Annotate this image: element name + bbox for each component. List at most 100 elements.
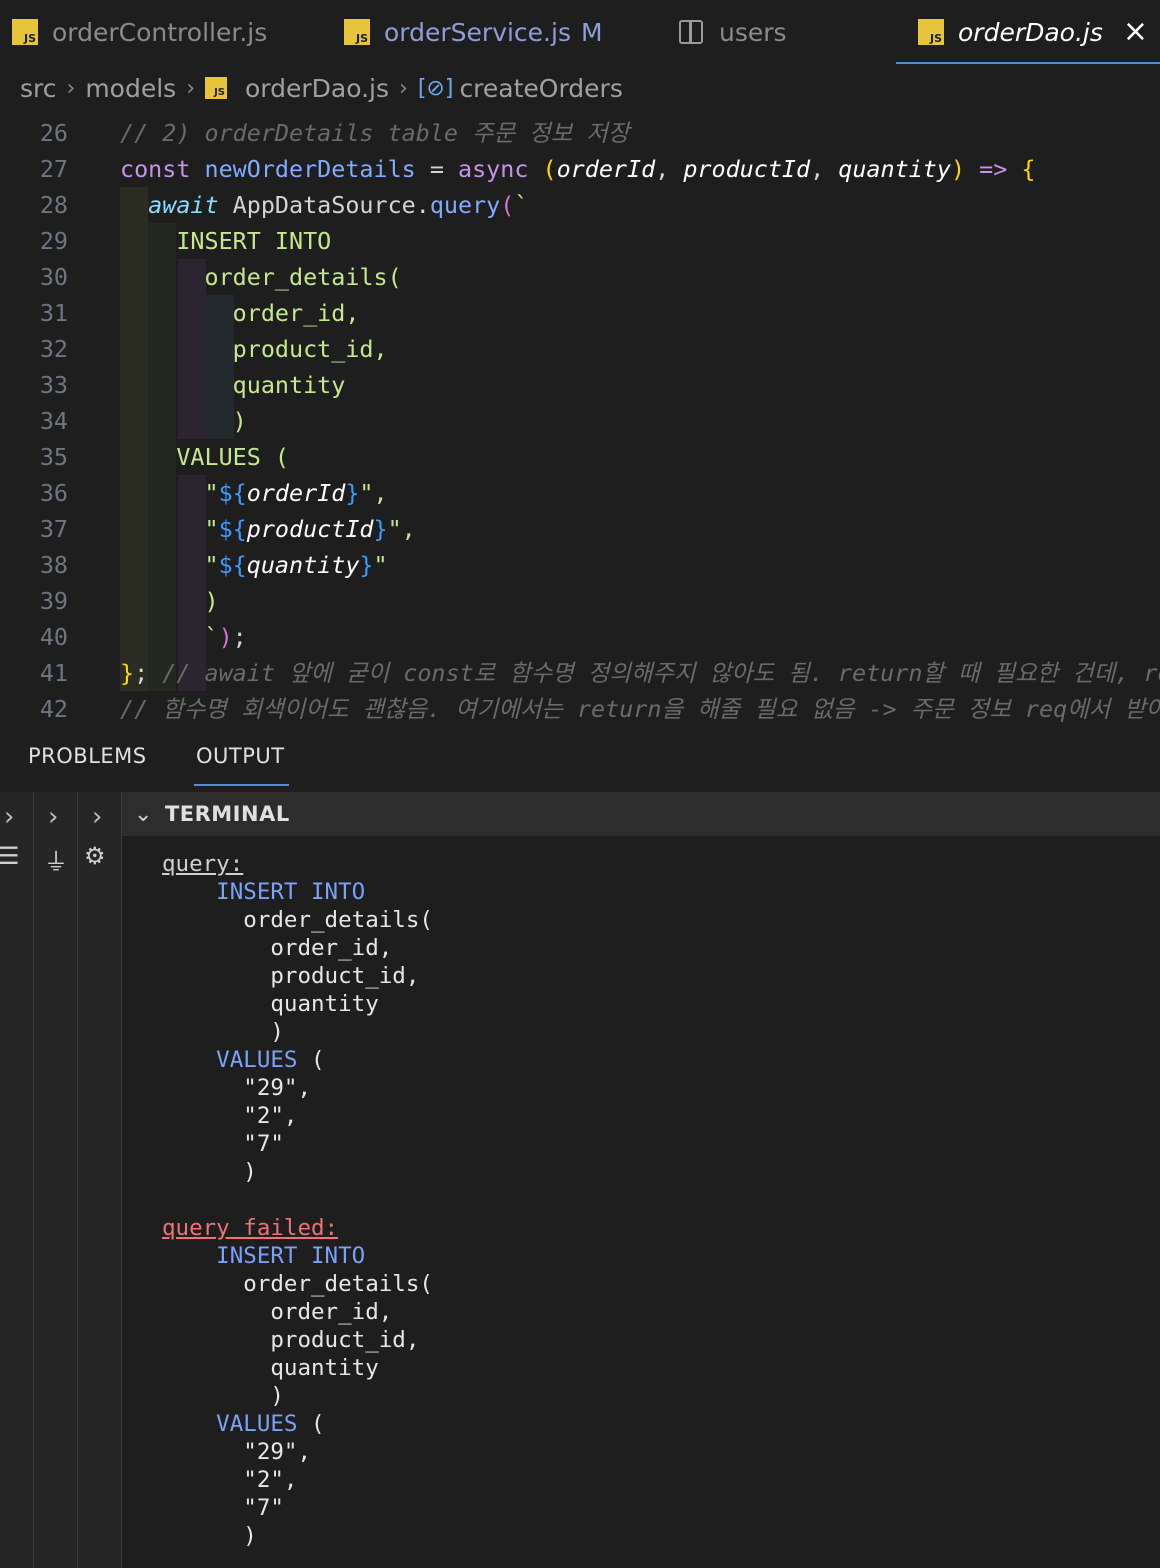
code-line[interactable]: 27 const newOrderDetails = async (orderId… bbox=[0, 151, 1160, 187]
tab-label: orderService.js bbox=[384, 17, 571, 47]
tab-output[interactable]: OUTPUT bbox=[194, 744, 289, 786]
line-number: 34 bbox=[39, 407, 68, 435]
breadcrumb-file[interactable]: orderDao.js bbox=[245, 74, 389, 103]
terminal-line: "7" bbox=[162, 1131, 284, 1157]
line-number: 41 bbox=[39, 659, 68, 687]
terminal-line: product_id, bbox=[162, 963, 420, 989]
terminal-line: order_id, bbox=[162, 1299, 393, 1325]
code-line[interactable]: 33 quantity bbox=[0, 367, 1160, 403]
line-number: 40 bbox=[39, 623, 68, 651]
code-line[interactable]: 26 // 2) orderDetails table 주문 정보 저장 bbox=[0, 115, 1160, 151]
line-number: 37 bbox=[39, 515, 68, 543]
code-text: "${quantity}" bbox=[120, 551, 388, 579]
line-number: 26 bbox=[39, 119, 68, 147]
line-number: 39 bbox=[39, 587, 68, 615]
code-text: order_details( bbox=[120, 263, 402, 291]
code-text: order_id, bbox=[120, 299, 360, 327]
terminal-line: query failed: bbox=[162, 1215, 339, 1241]
terminal-line: INSERT INTO bbox=[162, 1243, 366, 1269]
chevron-right-icon[interactable]: › bbox=[48, 802, 58, 832]
list-icon[interactable]: ☰ bbox=[0, 842, 20, 870]
line-number: 35 bbox=[39, 443, 68, 471]
terminal-header[interactable]: ⌄ TERMINAL bbox=[122, 792, 1160, 836]
chevron-right-icon: › bbox=[399, 75, 408, 101]
modified-badge: M bbox=[580, 17, 603, 47]
code-text: "${productId}", bbox=[120, 515, 416, 543]
code-line[interactable]: 32 product_id, bbox=[0, 331, 1160, 367]
tab-order-dao[interactable]: JS orderDao.js × bbox=[895, 0, 1160, 64]
code-line[interactable]: 38 "${quantity}" bbox=[0, 547, 1160, 583]
js-file-icon: JS bbox=[918, 19, 944, 45]
collapsed-view-column[interactable]: › ☰ bbox=[0, 792, 34, 1568]
tab-label: users bbox=[719, 17, 787, 47]
symbol-variable-icon: [⊘] bbox=[417, 75, 454, 101]
code-line[interactable]: 41 }; // await 앞에 굳이 const로 함수명 정의해주지 않아도… bbox=[0, 655, 1160, 691]
close-tab-icon[interactable]: × bbox=[1123, 17, 1148, 47]
terminal-line: ) bbox=[162, 1383, 284, 1409]
line-number: 31 bbox=[39, 299, 68, 327]
code-text: ) bbox=[120, 587, 219, 615]
terminal-line: product_id, bbox=[162, 1327, 420, 1353]
code-text: quantity bbox=[120, 371, 346, 399]
terminal-line: VALUES ( bbox=[162, 1411, 325, 1437]
line-number: 33 bbox=[39, 371, 68, 399]
editor-tab-bar: JS orderController.js JS orderService.js… bbox=[0, 0, 1160, 64]
chevron-right-icon[interactable]: › bbox=[4, 802, 14, 832]
js-file-icon: JS bbox=[344, 19, 370, 45]
code-line[interactable]: 36 "${orderId}", bbox=[0, 475, 1160, 511]
debug-console-icon[interactable]: ⚙ bbox=[84, 842, 106, 870]
chevron-down-icon[interactable]: ⌄ bbox=[134, 802, 153, 827]
code-editor[interactable]: 26 // 2) orderDetails table 주문 정보 저장 27 con… bbox=[0, 115, 1160, 727]
code-text: "${orderId}", bbox=[120, 479, 388, 507]
code-line[interactable]: 35 VALUES ( bbox=[0, 439, 1160, 475]
line-number: 28 bbox=[39, 191, 68, 219]
line-number: 42 bbox=[39, 695, 68, 723]
line-number: 38 bbox=[39, 551, 68, 579]
code-text: // 함수명 회색이어도 괜찮음. 여기에서는 return을 해줄 필요 없음… bbox=[120, 695, 1160, 723]
terminal-line: query: bbox=[162, 851, 244, 877]
terminal-line: "2", bbox=[162, 1467, 298, 1493]
breadcrumb-models[interactable]: models bbox=[85, 74, 176, 103]
terminal-line: ) bbox=[162, 1159, 257, 1185]
breadcrumb-src[interactable]: src bbox=[20, 74, 57, 103]
terminal-line: order_id, bbox=[162, 935, 393, 961]
tab-label: orderController.js bbox=[52, 17, 268, 47]
terminal-line: "2", bbox=[162, 1103, 298, 1129]
code-line[interactable]: 40 `); bbox=[0, 619, 1160, 655]
code-line[interactable]: 28 await AppDataSource.query(` bbox=[0, 187, 1160, 223]
code-text: const newOrderDetails = async (orderId, … bbox=[120, 155, 1036, 183]
line-number: 29 bbox=[39, 227, 68, 255]
line-number: 30 bbox=[39, 263, 68, 291]
tab-order-controller[interactable]: JS orderController.js bbox=[12, 0, 267, 64]
chevron-right-icon[interactable]: › bbox=[92, 802, 102, 832]
code-text: `); bbox=[120, 623, 247, 651]
terminal-output[interactable]: query: INSERT INTO order_details( order_… bbox=[122, 836, 1160, 1568]
code-line[interactable]: 37 "${productId}", bbox=[0, 511, 1160, 547]
code-line[interactable]: 31 order_id, bbox=[0, 295, 1160, 331]
line-number: 32 bbox=[39, 335, 68, 363]
panel-tab-bar: PROBLEMS OUTPUT bbox=[0, 728, 1160, 792]
terminal-line: order_details( bbox=[162, 907, 433, 933]
terminal-line: ) bbox=[162, 1019, 284, 1045]
tab-users[interactable]: users bbox=[679, 0, 787, 64]
split-editor-icon bbox=[679, 20, 703, 44]
breadcrumb: src › models › JS orderDao.js › [⊘] crea… bbox=[20, 70, 623, 106]
breadcrumb-symbol[interactable]: createOrders bbox=[459, 74, 622, 103]
terminal-line: "29", bbox=[162, 1075, 312, 1101]
terminal-line: quantity bbox=[162, 1355, 379, 1381]
code-text: }; // await 앞에 굳이 const로 함수명 정의해주지 않아도 됨… bbox=[120, 659, 1160, 687]
line-number: 27 bbox=[39, 155, 68, 183]
terminal-line: INSERT INTO bbox=[162, 879, 366, 905]
tab-order-service[interactable]: JS orderService.js M bbox=[344, 0, 603, 64]
tab-problems[interactable]: PROBLEMS bbox=[28, 744, 147, 768]
code-line[interactable]: 39 ) bbox=[0, 583, 1160, 619]
code-line[interactable]: 42 // 함수명 회색이어도 괜찮음. 여기에서는 return을 해줄 필요 … bbox=[0, 691, 1160, 727]
bottom-panel: › ☰ › ⏚ › ⚙ ⌄ TERMINAL query: INSERT INT… bbox=[0, 792, 1160, 1568]
code-line[interactable]: 30 order_details( bbox=[0, 259, 1160, 295]
collapsed-view-column[interactable]: › ⚙ bbox=[78, 792, 122, 1568]
collapsed-view-column[interactable]: › ⏚ bbox=[34, 792, 78, 1568]
code-line[interactable]: 34 ) bbox=[0, 403, 1160, 439]
terminal-title: TERMINAL bbox=[164, 802, 290, 826]
plug-icon[interactable]: ⏚ bbox=[44, 842, 68, 877]
code-line[interactable]: 29 INSERT INTO bbox=[0, 223, 1160, 259]
